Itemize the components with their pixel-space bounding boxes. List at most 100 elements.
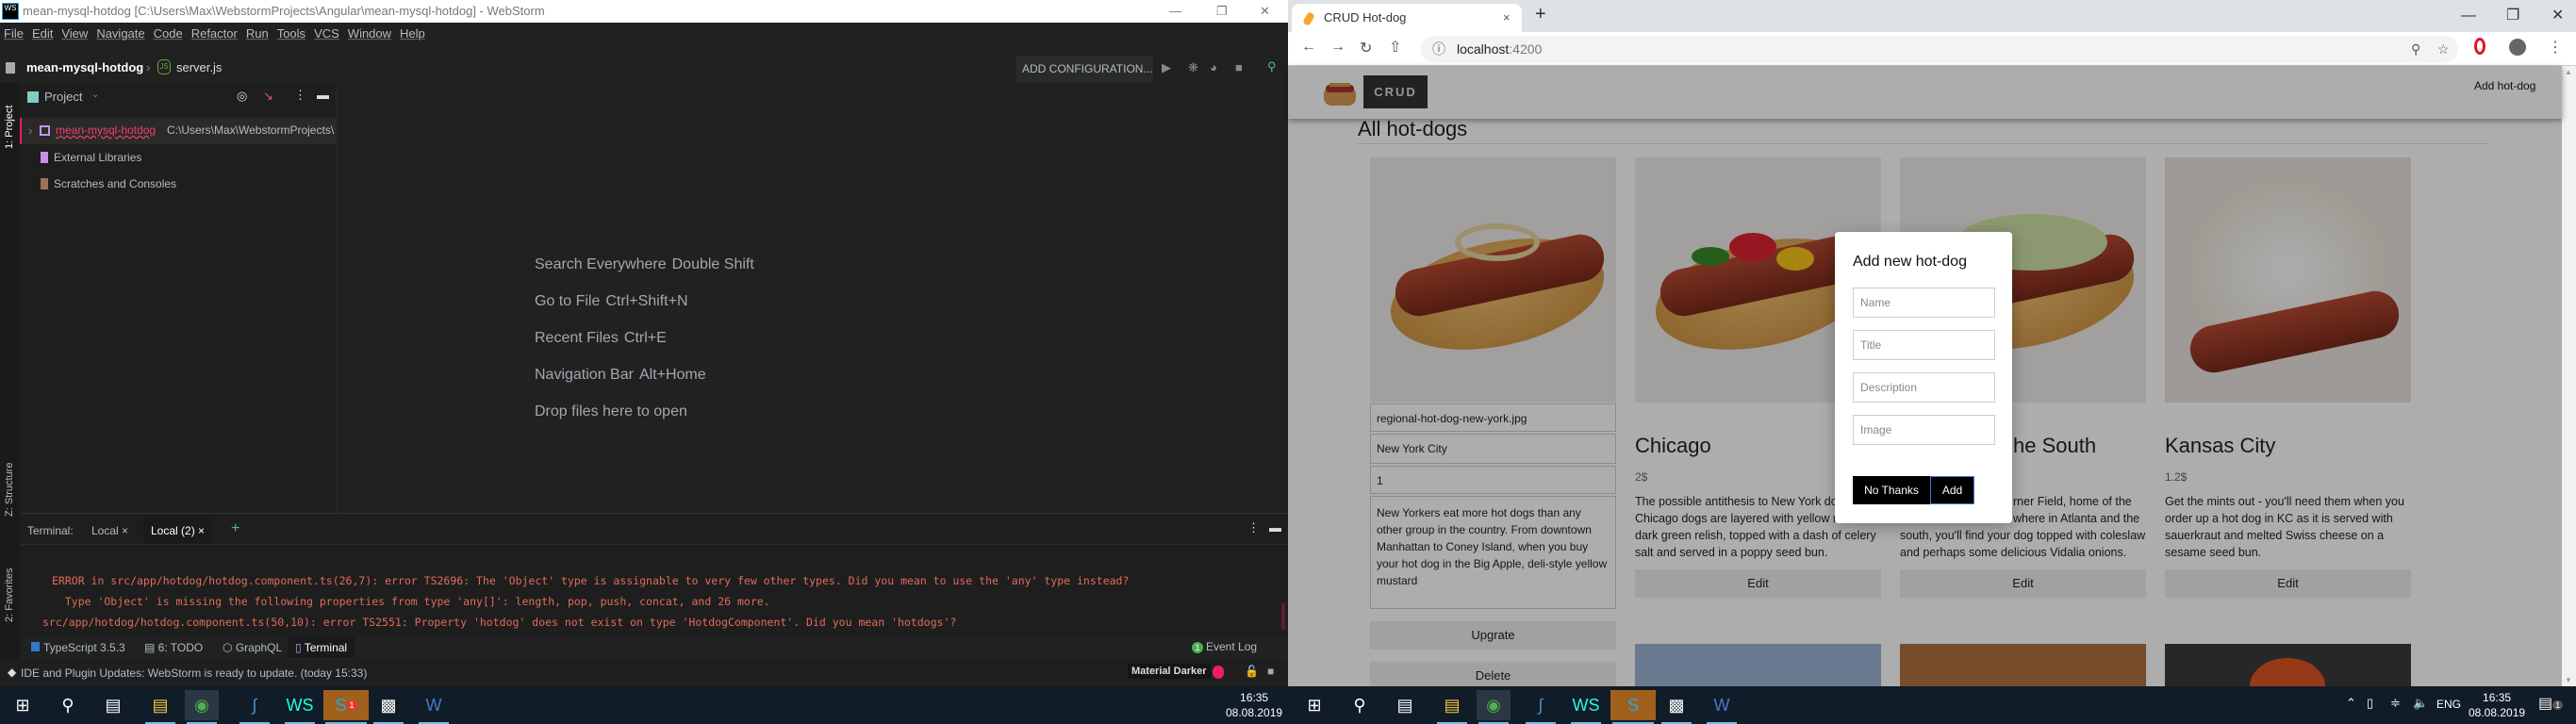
menu-help[interactable]: Help — [400, 26, 425, 41]
search-icon[interactable]: ⚲ — [1343, 690, 1377, 720]
event-log-button[interactable]: 1 Event Log — [1192, 640, 1257, 653]
chrome-menu-icon[interactable]: ⋮ — [2548, 38, 2563, 57]
menu-code[interactable]: Code — [154, 26, 183, 41]
wifi-icon[interactable]: ≑ — [2390, 696, 2401, 711]
language-indicator[interactable]: ENG — [2436, 698, 2461, 711]
opera-extension-icon[interactable] — [2474, 38, 2485, 55]
no-thanks-button[interactable]: No Thanks — [1853, 476, 1930, 504]
menu-run[interactable]: Run — [246, 26, 269, 41]
new-terminal-icon[interactable]: + — [231, 520, 239, 537]
windows-start-icon[interactable]: ⊞ — [1297, 690, 1331, 720]
command-prompt-icon[interactable]: ▩ — [372, 690, 405, 724]
tree-item-scratches[interactable]: Scratches and Consoles — [20, 171, 337, 197]
webstorm-icon[interactable]: WS — [283, 690, 317, 724]
windows-start-icon[interactable]: ⊞ — [6, 690, 40, 720]
add-button[interactable]: Add — [1930, 476, 1974, 504]
title-input[interactable]: Title — [1853, 330, 1995, 360]
tree-item-external-libraries[interactable]: External Libraries — [20, 144, 337, 171]
menu-refactor[interactable]: Refactor — [191, 26, 238, 41]
webstorm-icon[interactable]: WS — [1569, 690, 1603, 724]
skype-icon[interactable]: S — [1610, 690, 1656, 724]
tool-graphql[interactable]: ⬡ GraphQL — [223, 641, 282, 654]
menu-navigate[interactable]: Navigate — [96, 26, 144, 41]
hide-panel-icon[interactable]: ▬ — [1269, 520, 1281, 535]
minimize-button[interactable]: — — [2461, 8, 2476, 25]
tool-terminal[interactable]: ▯ Terminal — [288, 637, 355, 658]
more-icon[interactable]: ⋮ — [1247, 520, 1260, 535]
terminal-scrollbar[interactable] — [1281, 603, 1285, 630]
close-button[interactable]: ✕ — [1260, 0, 1270, 23]
lock-icon[interactable]: 🔓 — [1245, 665, 1259, 678]
page-scrollbar[interactable]: ▲ ▼ — [2562, 66, 2576, 686]
terminal-tab-local[interactable]: Local × — [91, 524, 128, 537]
clock[interactable]: 16:35 08.08.2019 — [2469, 690, 2525, 720]
tool-typescript[interactable]: TypeScript 3.5.3 — [31, 641, 125, 654]
menu-file[interactable]: File — [4, 26, 24, 41]
image-input[interactable]: Image — [1853, 415, 1995, 445]
battery-icon[interactable]: ▯ — [2367, 696, 2373, 711]
memory-icon[interactable]: ■ — [1267, 665, 1274, 678]
run-icon[interactable]: ▶ — [1162, 60, 1171, 75]
terminal-tab-local-2[interactable]: Local (2) × — [143, 517, 213, 543]
hide-panel-icon[interactable]: ▬ — [317, 88, 329, 102]
word-icon[interactable]: W — [1705, 690, 1739, 724]
close-icon[interactable]: × — [122, 524, 128, 537]
address-bar[interactable]: ⓘ localhost:4200 ⚲ ☆ — [1421, 36, 2458, 62]
project-tool-button[interactable]: 1: Project — [4, 106, 15, 149]
breadcrumb-project[interactable]: mean-mysql-hotdog — [26, 60, 143, 74]
menu-view[interactable]: View — [61, 26, 88, 41]
chrome-icon[interactable]: ◉ — [1477, 690, 1511, 724]
reload-icon[interactable]: ↻ — [1360, 39, 1372, 58]
task-view-icon[interactable]: ▤ — [1388, 690, 1422, 720]
description-input[interactable]: Description — [1853, 372, 1995, 403]
close-tab-icon[interactable]: × — [1503, 4, 1511, 32]
tray-chevron-icon[interactable]: ⌃ — [2346, 696, 2356, 711]
back-icon[interactable]: ← — [1301, 39, 1316, 56]
new-tab-button[interactable]: + — [1535, 4, 1546, 25]
search-icon[interactable]: ⚲ — [51, 690, 85, 720]
coverage-icon[interactable]: ◕ — [1210, 60, 1217, 74]
add-configuration-button[interactable]: ADD CONFIGURATION... — [1016, 56, 1153, 82]
search-icon[interactable]: ⚲ — [1267, 59, 1277, 74]
restore-button[interactable]: ❐ — [2506, 6, 2519, 25]
favorites-tool-button[interactable]: 2: Favorites — [4, 568, 15, 622]
action-center-icon[interactable]: ▤ 1 — [2538, 694, 2564, 713]
menu-vcs[interactable]: VCS — [314, 26, 339, 41]
stop-icon[interactable]: ■ — [1235, 60, 1243, 74]
more-icon[interactable]: ⋮ — [294, 88, 306, 103]
mysql-workbench-icon[interactable]: ∫ — [238, 690, 272, 724]
structure-tool-button[interactable]: Z: Structure — [4, 463, 15, 517]
collapse-icon[interactable]: ↘ — [263, 89, 273, 104]
restore-button[interactable]: ❐ — [1216, 0, 1228, 23]
tab-crud-hotdog[interactable]: CRUD Hot-dog × — [1292, 4, 1522, 32]
close-icon[interactable]: × — [198, 524, 205, 537]
skype-icon[interactable]: S1 — [323, 690, 369, 724]
mysql-workbench-icon[interactable]: ∫ — [1524, 690, 1558, 724]
menu-tools[interactable]: Tools — [277, 26, 305, 41]
theme-indicator[interactable]: Material Darker — [1128, 664, 1211, 679]
breadcrumb-file[interactable]: server.js — [176, 60, 222, 74]
command-prompt-icon[interactable]: ▩ — [1660, 690, 1693, 724]
locate-icon[interactable]: ◎ — [237, 89, 247, 104]
menu-edit[interactable]: Edit — [32, 26, 53, 41]
home-icon[interactable]: ⇧ — [1389, 38, 1401, 57]
chevron-down-icon[interactable]: ⌄ — [91, 90, 99, 100]
menu-window[interactable]: Window — [348, 26, 391, 41]
forward-icon[interactable]: → — [1330, 39, 1346, 56]
clock[interactable]: 16:35 08.08.2019 — [1226, 690, 1282, 720]
tool-todo[interactable]: ▤ 6: TODO — [144, 641, 203, 654]
close-button[interactable]: ✕ — [2551, 6, 2564, 25]
chrome-icon[interactable]: ◉ — [185, 690, 219, 724]
zoom-icon[interactable]: ⚲ — [2411, 36, 2420, 62]
task-view-icon[interactable]: ▤ — [96, 690, 130, 720]
file-explorer-icon[interactable]: ▤ — [143, 690, 177, 724]
word-icon[interactable]: W — [417, 690, 451, 724]
bookmark-star-icon[interactable]: ☆ — [2437, 36, 2450, 62]
project-view-dropdown[interactable]: Project — [44, 90, 82, 104]
debug-icon[interactable]: ❋ — [1188, 60, 1198, 75]
file-explorer-icon[interactable]: ▤ — [1435, 690, 1469, 724]
volume-icon[interactable]: 🔈 — [2413, 696, 2428, 711]
tree-item-root[interactable]: › mean-mysql-hotdog C:\Users\Max\Webstor… — [20, 118, 337, 144]
status-message[interactable]: IDE and Plugin Updates: WebStorm is read… — [21, 666, 367, 680]
name-input[interactable]: Name — [1853, 288, 1995, 318]
